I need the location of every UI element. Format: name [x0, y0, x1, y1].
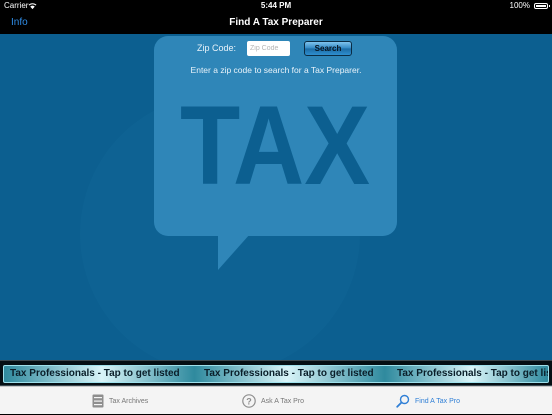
ticker-item[interactable]: Tax Professionals - Tap to get listed: [10, 368, 180, 379]
tab-label: Tax Archives: [109, 397, 149, 405]
archive-box-icon: [92, 394, 104, 408]
tab-label: Find A Tax Pro: [415, 397, 461, 405]
tab-find-a-tax-pro[interactable]: Find A Tax Pro: [396, 387, 460, 415]
tab-tax-archives[interactable]: Tax Archives: [92, 387, 148, 415]
tab-label: Ask A Tax Pro: [261, 397, 305, 405]
tax-bubble-watermark: TAX: [80, 36, 397, 360]
ticker-item[interactable]: Tax Professionals - Tap to get listed: [204, 368, 374, 379]
watermark-tax-text: TAX: [180, 83, 370, 208]
zip-code-label: Zip Code:: [197, 43, 237, 53]
search-hint: Enter a zip code to search for a Tax Pre…: [190, 65, 362, 75]
ticker-item[interactable]: Tax Professionals - Tap to get listed: [397, 368, 548, 379]
status-time: 5:44 PM: [260, 1, 292, 10]
magnifier-icon: [396, 394, 410, 408]
battery-icon: [534, 3, 550, 9]
svg-text:?: ?: [246, 396, 252, 406]
question-circle-icon: ?: [242, 394, 256, 408]
battery-percent: 100%: [509, 1, 530, 10]
status-bar: Carrier 5:44 PM 100%: [0, 0, 552, 12]
page-title: Find A Tax Preparer: [229, 17, 323, 28]
navigation-bar: Info Find A Tax Preparer: [0, 12, 552, 34]
zip-code-input[interactable]: [247, 41, 290, 56]
tax-professionals-ticker[interactable]: Tax Professionals - Tap to get listed Ta…: [0, 360, 552, 386]
search-row: Zip Code: Search: [0, 40, 552, 58]
ticker-bar[interactable]: Tax Professionals - Tap to get listed Ta…: [3, 365, 549, 383]
tab-ask-a-tax-pro[interactable]: ? Ask A Tax Pro: [242, 387, 304, 415]
tab-bar: Tax Archives ? Ask A Tax Pro Find A Tax …: [0, 386, 552, 414]
search-button[interactable]: Search: [304, 41, 352, 56]
main-content: TAX Zip Code: Search Enter a zip code to…: [0, 34, 552, 360]
